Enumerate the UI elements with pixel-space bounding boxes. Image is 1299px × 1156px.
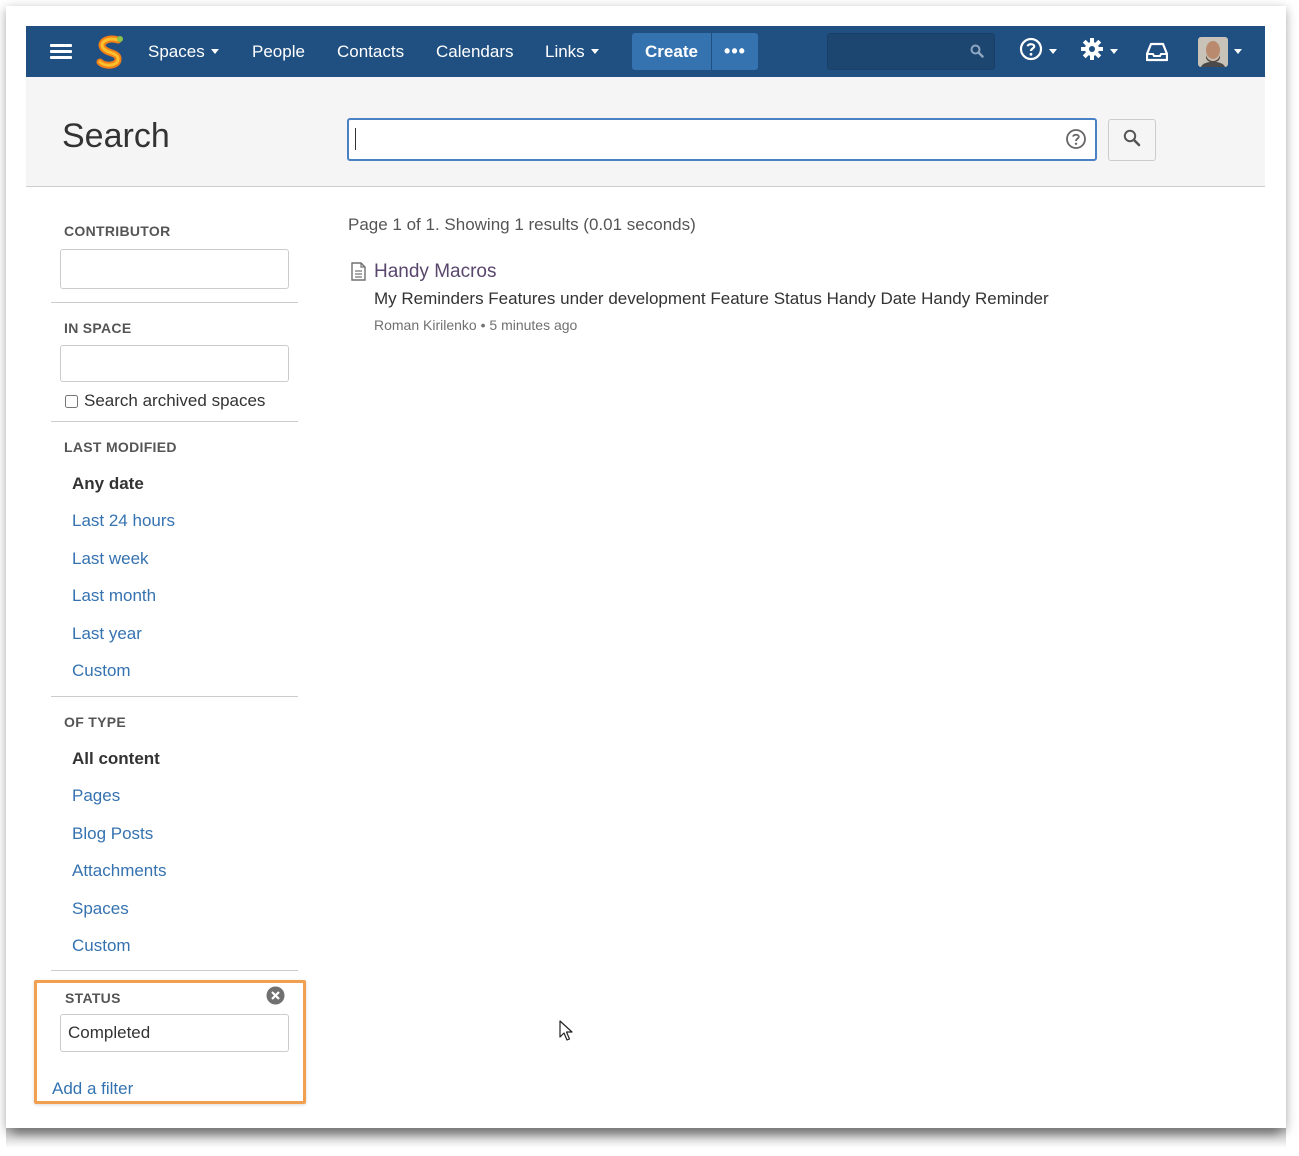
- close-icon: [266, 986, 285, 1009]
- chevron-down-icon: [1234, 49, 1242, 54]
- chevron-down-icon: [1110, 49, 1118, 54]
- menu-icon[interactable]: [50, 26, 72, 77]
- create-button-group: Create •••: [632, 33, 758, 70]
- frame-shadow: [6, 1128, 1286, 1148]
- top-nav-bar: Spaces People Contacts Calendars Links C…: [26, 26, 1265, 77]
- chevron-down-icon: [1049, 49, 1057, 54]
- contributor-filter-title: CONTRIBUTOR: [64, 223, 171, 239]
- status-filter-title: STATUS: [65, 990, 121, 1006]
- last-modified-last-24-hours[interactable]: Last 24 hours: [72, 511, 175, 531]
- of-type-blog-posts[interactable]: Blog Posts: [72, 824, 153, 844]
- quick-search-input[interactable]: [827, 33, 995, 70]
- mouse-pointer-icon: [559, 1020, 573, 1047]
- settings-menu[interactable]: [1080, 26, 1118, 77]
- last-modified-any-date[interactable]: Any date: [72, 474, 144, 494]
- chevron-down-icon: [210, 49, 219, 54]
- search-button[interactable]: [1108, 119, 1156, 161]
- divider: [51, 421, 298, 422]
- help-icon: [1019, 37, 1043, 66]
- nav-contacts[interactable]: Contacts: [337, 26, 404, 77]
- search-syntax-help-icon[interactable]: [1065, 128, 1087, 155]
- search-input[interactable]: [347, 118, 1097, 161]
- last-modified-filter-title: LAST MODIFIED: [64, 439, 177, 455]
- avatar: [1198, 36, 1228, 67]
- last-modified-last-month[interactable]: Last month: [72, 586, 156, 606]
- nav-people[interactable]: People: [252, 26, 305, 77]
- of-type-filter-title: OF TYPE: [64, 714, 126, 730]
- page-icon: [350, 262, 367, 286]
- gear-icon: [1080, 37, 1104, 66]
- search-archived-spaces-label: Search archived spaces: [84, 391, 266, 410]
- of-type-spaces[interactable]: Spaces: [72, 899, 129, 919]
- last-modified-last-year[interactable]: Last year: [72, 624, 142, 644]
- remove-status-filter-button[interactable]: [266, 986, 285, 1010]
- divider: [51, 696, 298, 697]
- page-title: Search: [62, 117, 170, 155]
- contributor-input[interactable]: [60, 249, 289, 289]
- in-space-filter-title: IN SPACE: [64, 320, 132, 336]
- nav-calendars[interactable]: Calendars: [436, 26, 514, 77]
- in-space-input[interactable]: [60, 345, 289, 382]
- more-create-options-button[interactable]: •••: [712, 33, 758, 70]
- search-archived-spaces-option[interactable]: Search archived spaces: [65, 391, 265, 411]
- text-cursor: [355, 128, 356, 150]
- status-filter-input[interactable]: Completed: [60, 1014, 289, 1052]
- chevron-down-icon: [590, 49, 599, 54]
- help-menu[interactable]: [1019, 26, 1057, 77]
- search-icon: [1123, 129, 1141, 152]
- notifications-icon[interactable]: [1146, 26, 1168, 77]
- of-type-attachments[interactable]: Attachments: [72, 861, 167, 881]
- add-filter-link[interactable]: Add a filter: [52, 1079, 133, 1099]
- result-excerpt: My Reminders Features under development …: [374, 289, 1049, 308]
- user-menu[interactable]: [1198, 26, 1242, 77]
- search-icon: [970, 44, 984, 63]
- create-button[interactable]: Create: [632, 33, 712, 70]
- of-type-pages[interactable]: Pages: [72, 786, 120, 806]
- divider: [51, 302, 298, 303]
- results-summary: Page 1 of 1. Showing 1 results (0.01 sec…: [348, 215, 696, 234]
- result-meta: Roman Kirilenko • 5 minutes ago: [374, 317, 578, 333]
- nav-links[interactable]: Links: [545, 26, 599, 77]
- last-modified-custom[interactable]: Custom: [72, 661, 131, 681]
- last-modified-last-week[interactable]: Last week: [72, 549, 149, 569]
- search-archived-spaces-checkbox[interactable]: [65, 394, 78, 408]
- nav-spaces[interactable]: Spaces: [148, 26, 219, 77]
- of-type-all-content[interactable]: All content: [72, 749, 160, 769]
- of-type-custom[interactable]: Custom: [72, 936, 131, 956]
- divider: [51, 970, 298, 971]
- app-logo[interactable]: [94, 26, 126, 77]
- result-title-link[interactable]: Handy Macros: [374, 261, 497, 283]
